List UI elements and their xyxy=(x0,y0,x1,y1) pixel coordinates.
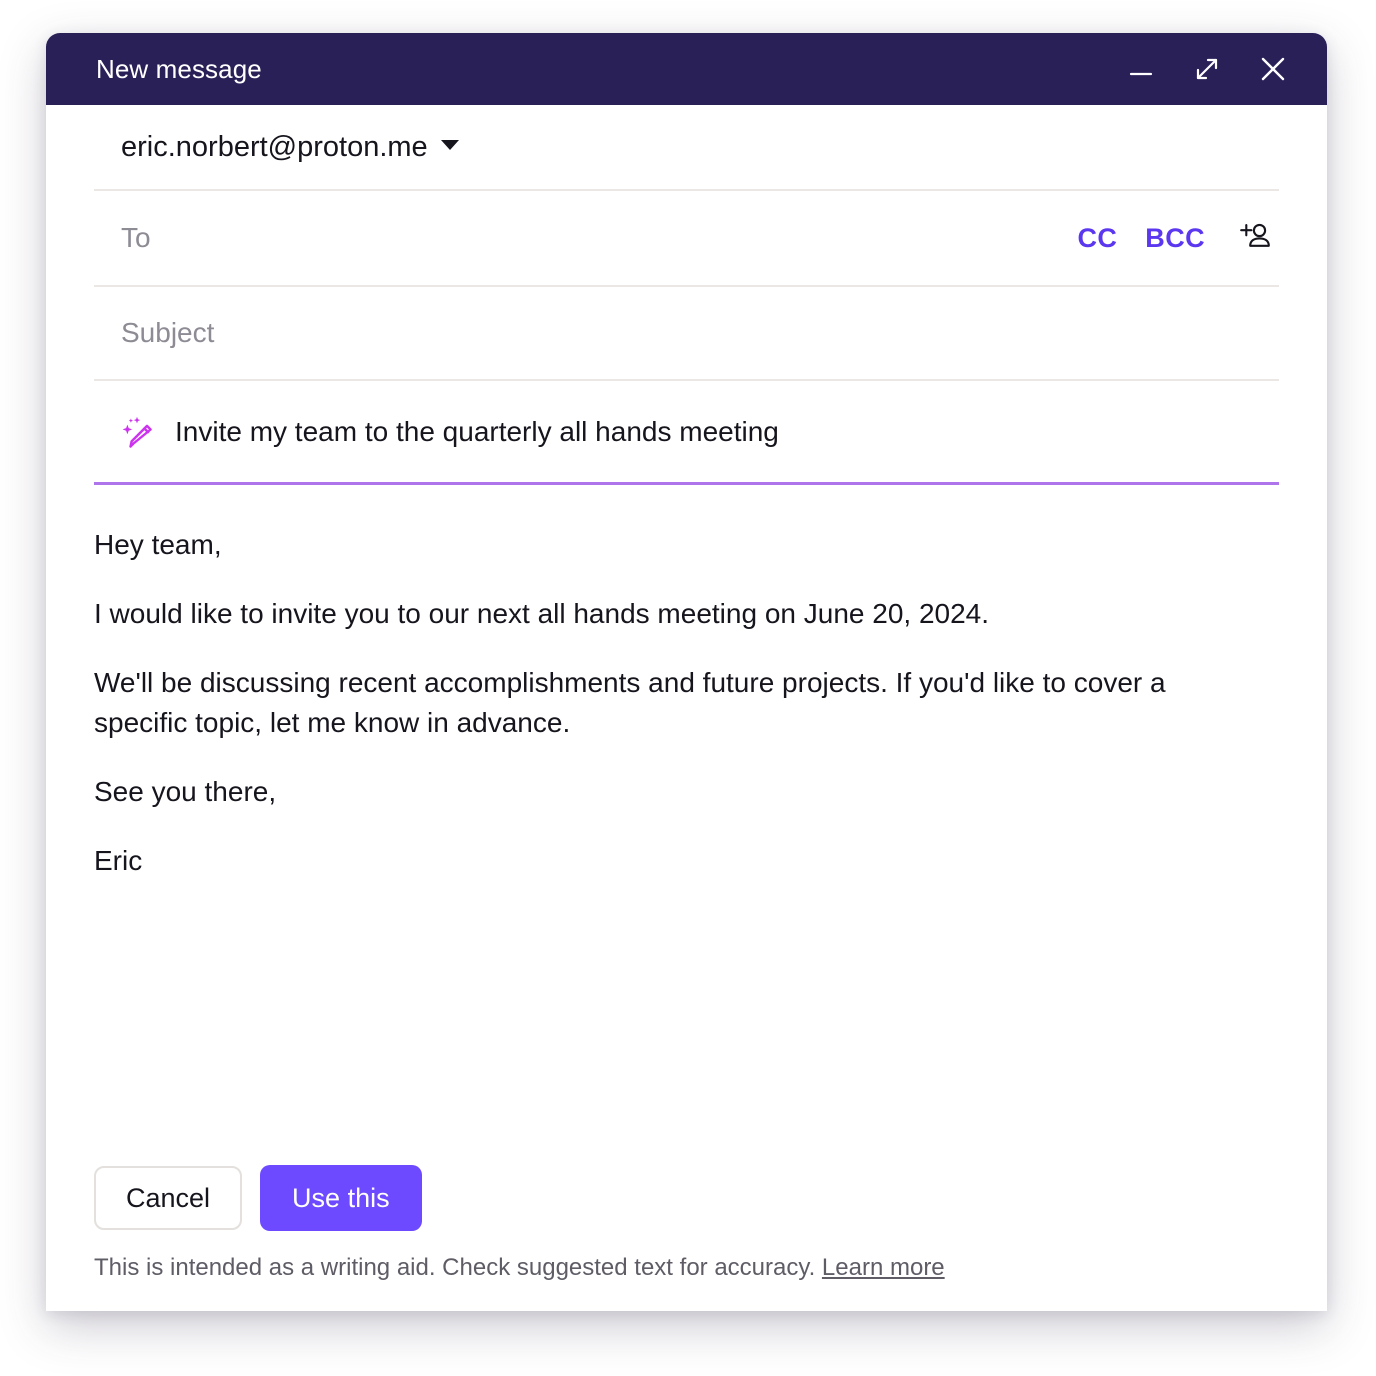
to-field-row[interactable]: To CC BCC xyxy=(94,191,1279,287)
close-icon xyxy=(1255,51,1291,87)
minimize-icon xyxy=(1126,54,1156,84)
subject-input-placeholder[interactable]: Subject xyxy=(121,317,1279,349)
ai-prompt-row[interactable]: Invite my team to the quarterly all hand… xyxy=(94,381,1279,485)
bcc-button[interactable]: BCC xyxy=(1131,217,1219,260)
disclaimer-message: This is intended as a writing aid. Check… xyxy=(94,1254,816,1281)
disclaimer-text: This is intended as a writing aid. Check… xyxy=(94,1253,1279,1283)
composer-footer: Cancel Use this This is intended as a wr… xyxy=(46,1165,1327,1311)
add-contact-button[interactable] xyxy=(1219,213,1279,264)
close-button[interactable] xyxy=(1245,45,1301,93)
body-paragraph: Eric xyxy=(94,845,143,876)
body-paragraph: We'll be discussing recent accomplishmen… xyxy=(94,667,1166,738)
learn-more-link[interactable]: Learn more xyxy=(822,1254,945,1281)
cc-button[interactable]: CC xyxy=(1063,217,1131,260)
message-body[interactable]: Hey team, I would like to invite you to … xyxy=(46,485,1327,1165)
screen: New message eric.norbert@proton.me To CC… xyxy=(0,0,1376,1376)
expand-diagonal-icon xyxy=(1190,52,1224,86)
compose-window: New message eric.norbert@proton.me To CC… xyxy=(46,33,1327,1311)
use-this-button[interactable]: Use this xyxy=(260,1165,422,1231)
body-paragraph: See you there, xyxy=(94,776,277,807)
cancel-button[interactable]: Cancel xyxy=(94,1166,243,1230)
from-field-row[interactable]: eric.norbert@proton.me xyxy=(94,105,1279,191)
window-controls xyxy=(1113,45,1301,93)
magic-wand-icon xyxy=(119,413,157,451)
chevron-down-icon[interactable] xyxy=(440,140,459,150)
ai-prompt-section: Invite my team to the quarterly all hand… xyxy=(46,381,1327,485)
window-titlebar: New message xyxy=(46,33,1327,105)
to-field-actions: CC BCC xyxy=(1063,213,1279,264)
from-address: eric.norbert@proton.me xyxy=(121,130,428,163)
maximize-button[interactable] xyxy=(1179,45,1235,93)
add-contact-icon xyxy=(1237,219,1273,258)
ai-prompt-text: Invite my team to the quarterly all hand… xyxy=(175,415,779,447)
minimize-button[interactable] xyxy=(1113,45,1169,93)
footer-actions: Cancel Use this xyxy=(94,1165,1279,1231)
subject-field-row[interactable]: Subject xyxy=(94,287,1279,381)
recipient-fields: eric.norbert@proton.me To CC BCC Subject xyxy=(46,105,1327,381)
body-paragraph: Hey team, xyxy=(94,529,222,560)
to-input-placeholder[interactable]: To xyxy=(121,222,1063,254)
body-paragraph: I would like to invite you to our next a… xyxy=(94,598,990,629)
window-title: New message xyxy=(96,53,262,84)
